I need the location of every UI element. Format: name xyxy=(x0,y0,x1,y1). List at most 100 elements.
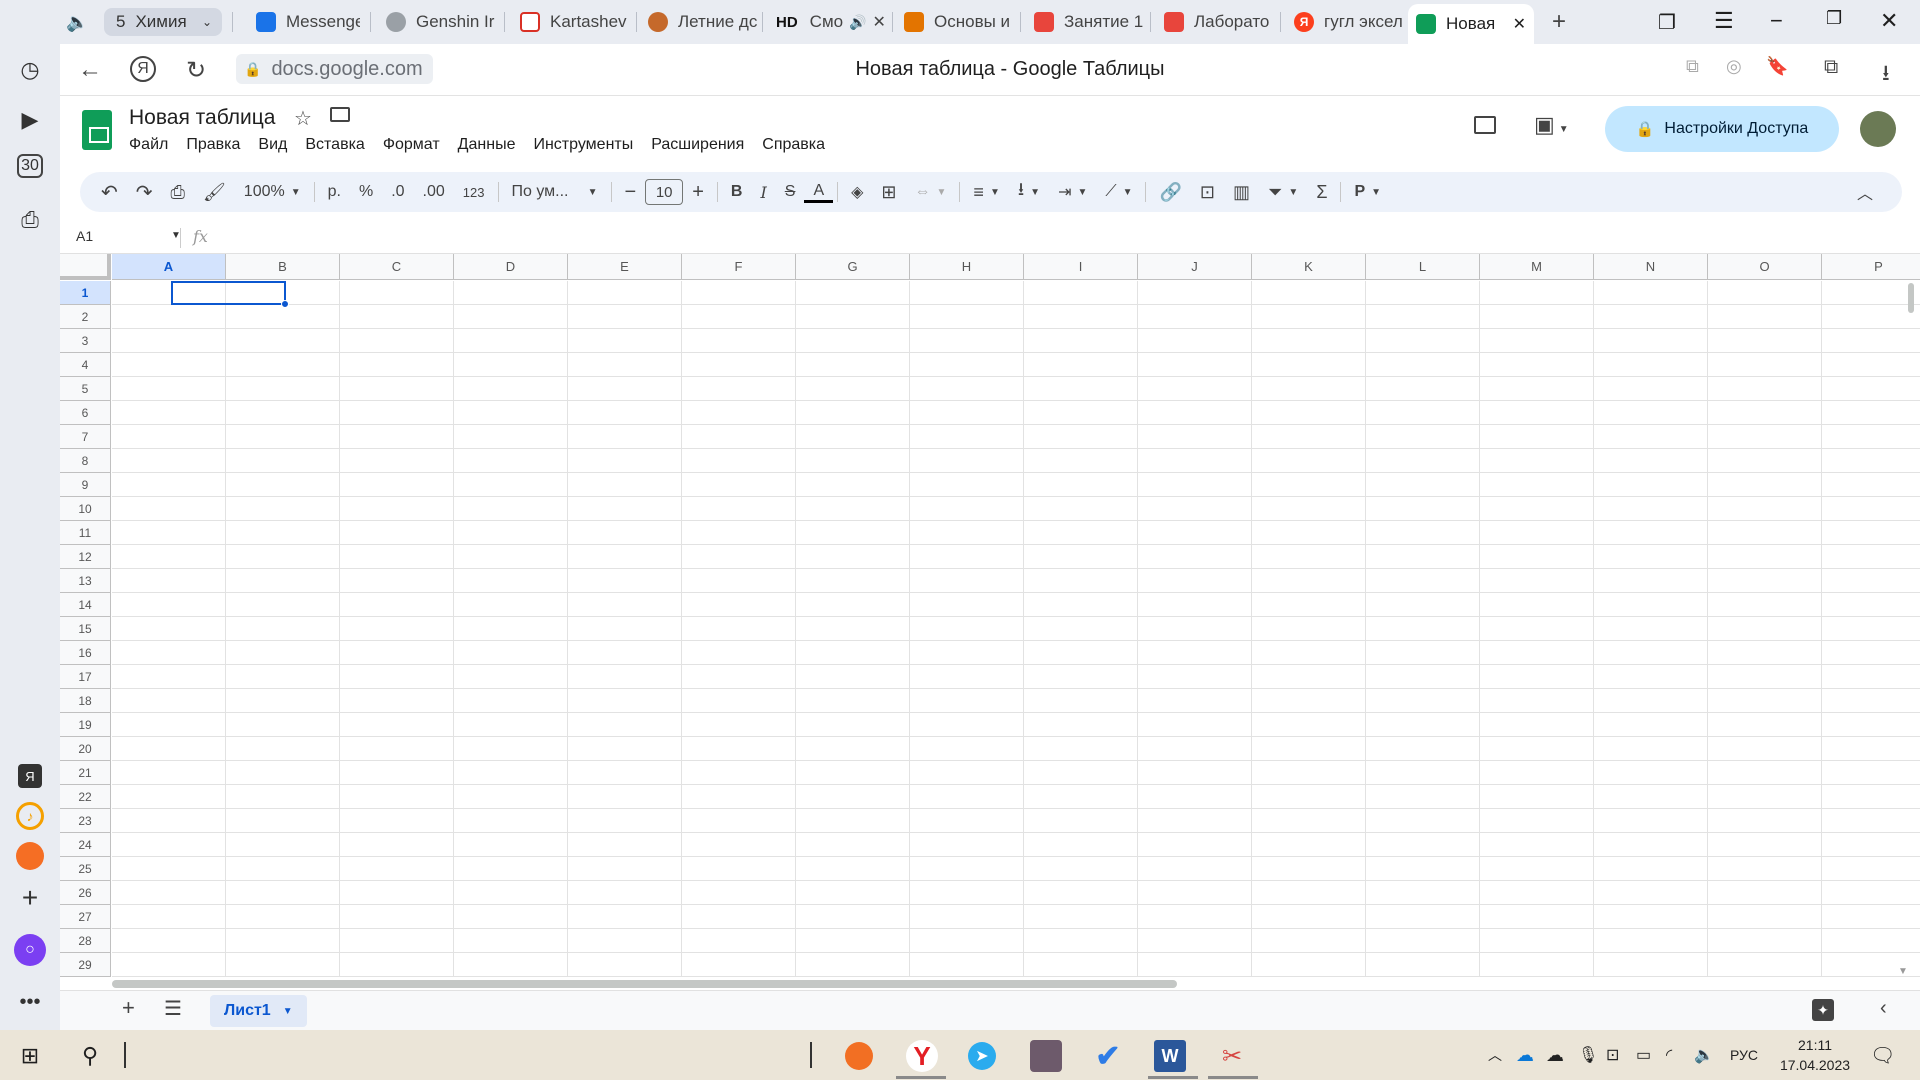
add-panel-icon[interactable]: + xyxy=(14,882,46,914)
align-vertical-icon[interactable]: ⭳ ▼ xyxy=(1009,177,1049,207)
column-header[interactable]: H xyxy=(910,254,1024,280)
more-icon[interactable]: ••• xyxy=(14,986,46,1018)
network-app-icon[interactable]: ⊡ xyxy=(1606,1030,1619,1080)
undo-icon[interactable]: ↶ xyxy=(92,180,127,205)
menu-file[interactable]: Файл xyxy=(129,136,168,154)
sheets-logo-icon[interactable] xyxy=(82,110,112,150)
menu-insert[interactable]: Вставка xyxy=(305,136,364,154)
row-header[interactable]: 5 xyxy=(60,377,111,401)
add-sheet-icon[interactable]: + xyxy=(122,995,135,1021)
row-header[interactable]: 4 xyxy=(60,353,111,377)
column-header[interactable]: O xyxy=(1708,254,1822,280)
tab-new-sheet[interactable]: Новая ✕ xyxy=(1408,4,1534,44)
column-header[interactable]: C xyxy=(340,254,454,280)
increase-font-size-icon[interactable]: + xyxy=(683,181,713,204)
move-folder-icon[interactable] xyxy=(330,107,350,122)
scroll-down-icon[interactable]: ▼ xyxy=(1898,966,1908,977)
filter-icon[interactable]: ⏷ ▼ xyxy=(1259,182,1307,203)
notifications-icon[interactable]: 🗨 xyxy=(1870,1030,1895,1080)
collections-icon[interactable]: ❐ xyxy=(1658,10,1676,35)
row-header[interactable]: 25 xyxy=(60,857,111,881)
search-icon[interactable]: ⚲ xyxy=(74,1040,106,1072)
alice-widget-icon[interactable]: Я xyxy=(18,764,42,788)
bold-button[interactable]: B xyxy=(722,183,752,201)
music-icon[interactable]: ♪ xyxy=(16,802,44,830)
reader-icon[interactable]: ◎ xyxy=(1726,56,1742,77)
calendar-icon[interactable]: 30 xyxy=(17,154,43,178)
game-app-icon[interactable] xyxy=(1030,1040,1062,1072)
input-tools-icon[interactable]: P ▼ xyxy=(1345,183,1390,201)
column-header[interactable]: N xyxy=(1594,254,1708,280)
soundcloud-icon[interactable] xyxy=(845,1042,873,1070)
spreadsheet-grid[interactable]: ABCDEFGHIJKLMNOP 1 2 3 4 5 6 7 8 9 10 11 12 13 14 15 16… xyxy=(60,254,1920,977)
screenshot-icon[interactable]: ⎙ xyxy=(14,204,46,236)
row-header[interactable]: 10 xyxy=(60,497,111,521)
menu-tools[interactable]: Инструменты xyxy=(533,136,633,154)
tab-google-excel[interactable]: Я гугл эксел xyxy=(1286,6,1404,38)
tab-group[interactable]: 5 Химия ⌄ xyxy=(104,8,222,36)
explore-icon[interactable]: ✦ xyxy=(1812,999,1834,1021)
row-header[interactable]: 11 xyxy=(60,521,111,545)
column-header[interactable]: D xyxy=(454,254,568,280)
microphone-icon[interactable]: 🎙 xyxy=(1578,1030,1598,1080)
column-header[interactable]: I xyxy=(1024,254,1138,280)
tab-zanyatie[interactable]: Занятие 1 xyxy=(1026,6,1144,38)
row-header[interactable]: 1 xyxy=(60,281,111,305)
word-icon[interactable]: W xyxy=(1154,1040,1186,1072)
all-sheets-icon[interactable]: ☰ xyxy=(164,996,182,1021)
cloud-icon[interactable]: ☁ xyxy=(1546,1030,1564,1080)
italic-button[interactable]: I xyxy=(751,183,775,202)
collapse-side-panel-icon[interactable]: ‹ xyxy=(1880,997,1887,1020)
row-header[interactable]: 13 xyxy=(60,569,111,593)
menu-icon[interactable]: ☰ xyxy=(1714,8,1734,34)
merge-cells-icon[interactable]: ⇔ ▼ xyxy=(906,183,956,201)
restore-icon[interactable]: ❐ xyxy=(1826,8,1842,29)
column-header[interactable]: L xyxy=(1366,254,1480,280)
column-header[interactable]: A xyxy=(112,254,226,280)
increase-decimal-button[interactable]: .00 xyxy=(414,183,454,201)
column-header[interactable]: K xyxy=(1252,254,1366,280)
tab-messenger[interactable]: Messenge xyxy=(248,6,360,38)
selected-cell[interactable] xyxy=(171,281,286,305)
download-icon[interactable]: ⭳ xyxy=(1882,56,1890,94)
share-button[interactable]: 🔒 Настройки Доступа xyxy=(1605,106,1839,152)
telegram-icon[interactable]: ➤ xyxy=(968,1042,996,1070)
column-header[interactable]: M xyxy=(1480,254,1594,280)
todo-icon[interactable]: ✔ xyxy=(1092,1040,1124,1073)
sheet-tab-active[interactable]: Лист1 ▼ xyxy=(210,995,307,1027)
row-header[interactable]: 22 xyxy=(60,785,111,809)
print-icon[interactable]: ⎙ xyxy=(162,182,194,203)
bookmark-icon[interactable]: 🔖 xyxy=(1766,56,1788,77)
row-header[interactable]: 27 xyxy=(60,905,111,929)
row-header[interactable]: 16 xyxy=(60,641,111,665)
row-header[interactable]: 6 xyxy=(60,401,111,425)
column-header[interactable]: B xyxy=(226,254,340,280)
font-size-input[interactable]: 10 xyxy=(645,179,684,205)
font-select[interactable]: По ум... ▼ xyxy=(503,183,607,201)
row-header[interactable]: 2 xyxy=(60,305,111,329)
doc-title[interactable]: Новая таблица xyxy=(129,106,276,130)
row-header[interactable]: 8 xyxy=(60,449,111,473)
tab-osnovy[interactable]: Основы и xyxy=(896,6,1014,38)
row-header[interactable]: 7 xyxy=(60,425,111,449)
column-header[interactable]: G xyxy=(796,254,910,280)
row-header[interactable]: 9 xyxy=(60,473,111,497)
tab-kartashev[interactable]: Kartashev xyxy=(512,6,630,38)
snipping-tool-icon[interactable]: ✂ xyxy=(1216,1040,1248,1072)
align-horizontal-icon[interactable]: ≡ ▼ xyxy=(964,182,1008,203)
collapse-toolbar-icon[interactable]: ︿ xyxy=(1848,180,1882,204)
fill-handle[interactable] xyxy=(281,300,289,308)
menu-help[interactable]: Справка xyxy=(762,136,825,154)
insert-chart-icon[interactable]: ▥ xyxy=(1224,182,1259,203)
text-color-button[interactable]: A xyxy=(804,182,834,203)
history-icon[interactable]: ◷ xyxy=(14,54,46,86)
menu-view[interactable]: Вид xyxy=(258,136,287,154)
close-icon[interactable]: ✕ xyxy=(1513,14,1526,34)
wifi-icon[interactable]: ◜ xyxy=(1666,1030,1672,1080)
row-header[interactable]: 14 xyxy=(60,593,111,617)
currency-button[interactable]: р. xyxy=(319,183,350,201)
decrease-font-size-icon[interactable]: − xyxy=(616,181,646,204)
tray-expand-icon[interactable]: ︿ xyxy=(1488,1030,1502,1080)
mail-icon[interactable] xyxy=(16,842,44,870)
strikethrough-button[interactable]: S xyxy=(776,183,805,201)
